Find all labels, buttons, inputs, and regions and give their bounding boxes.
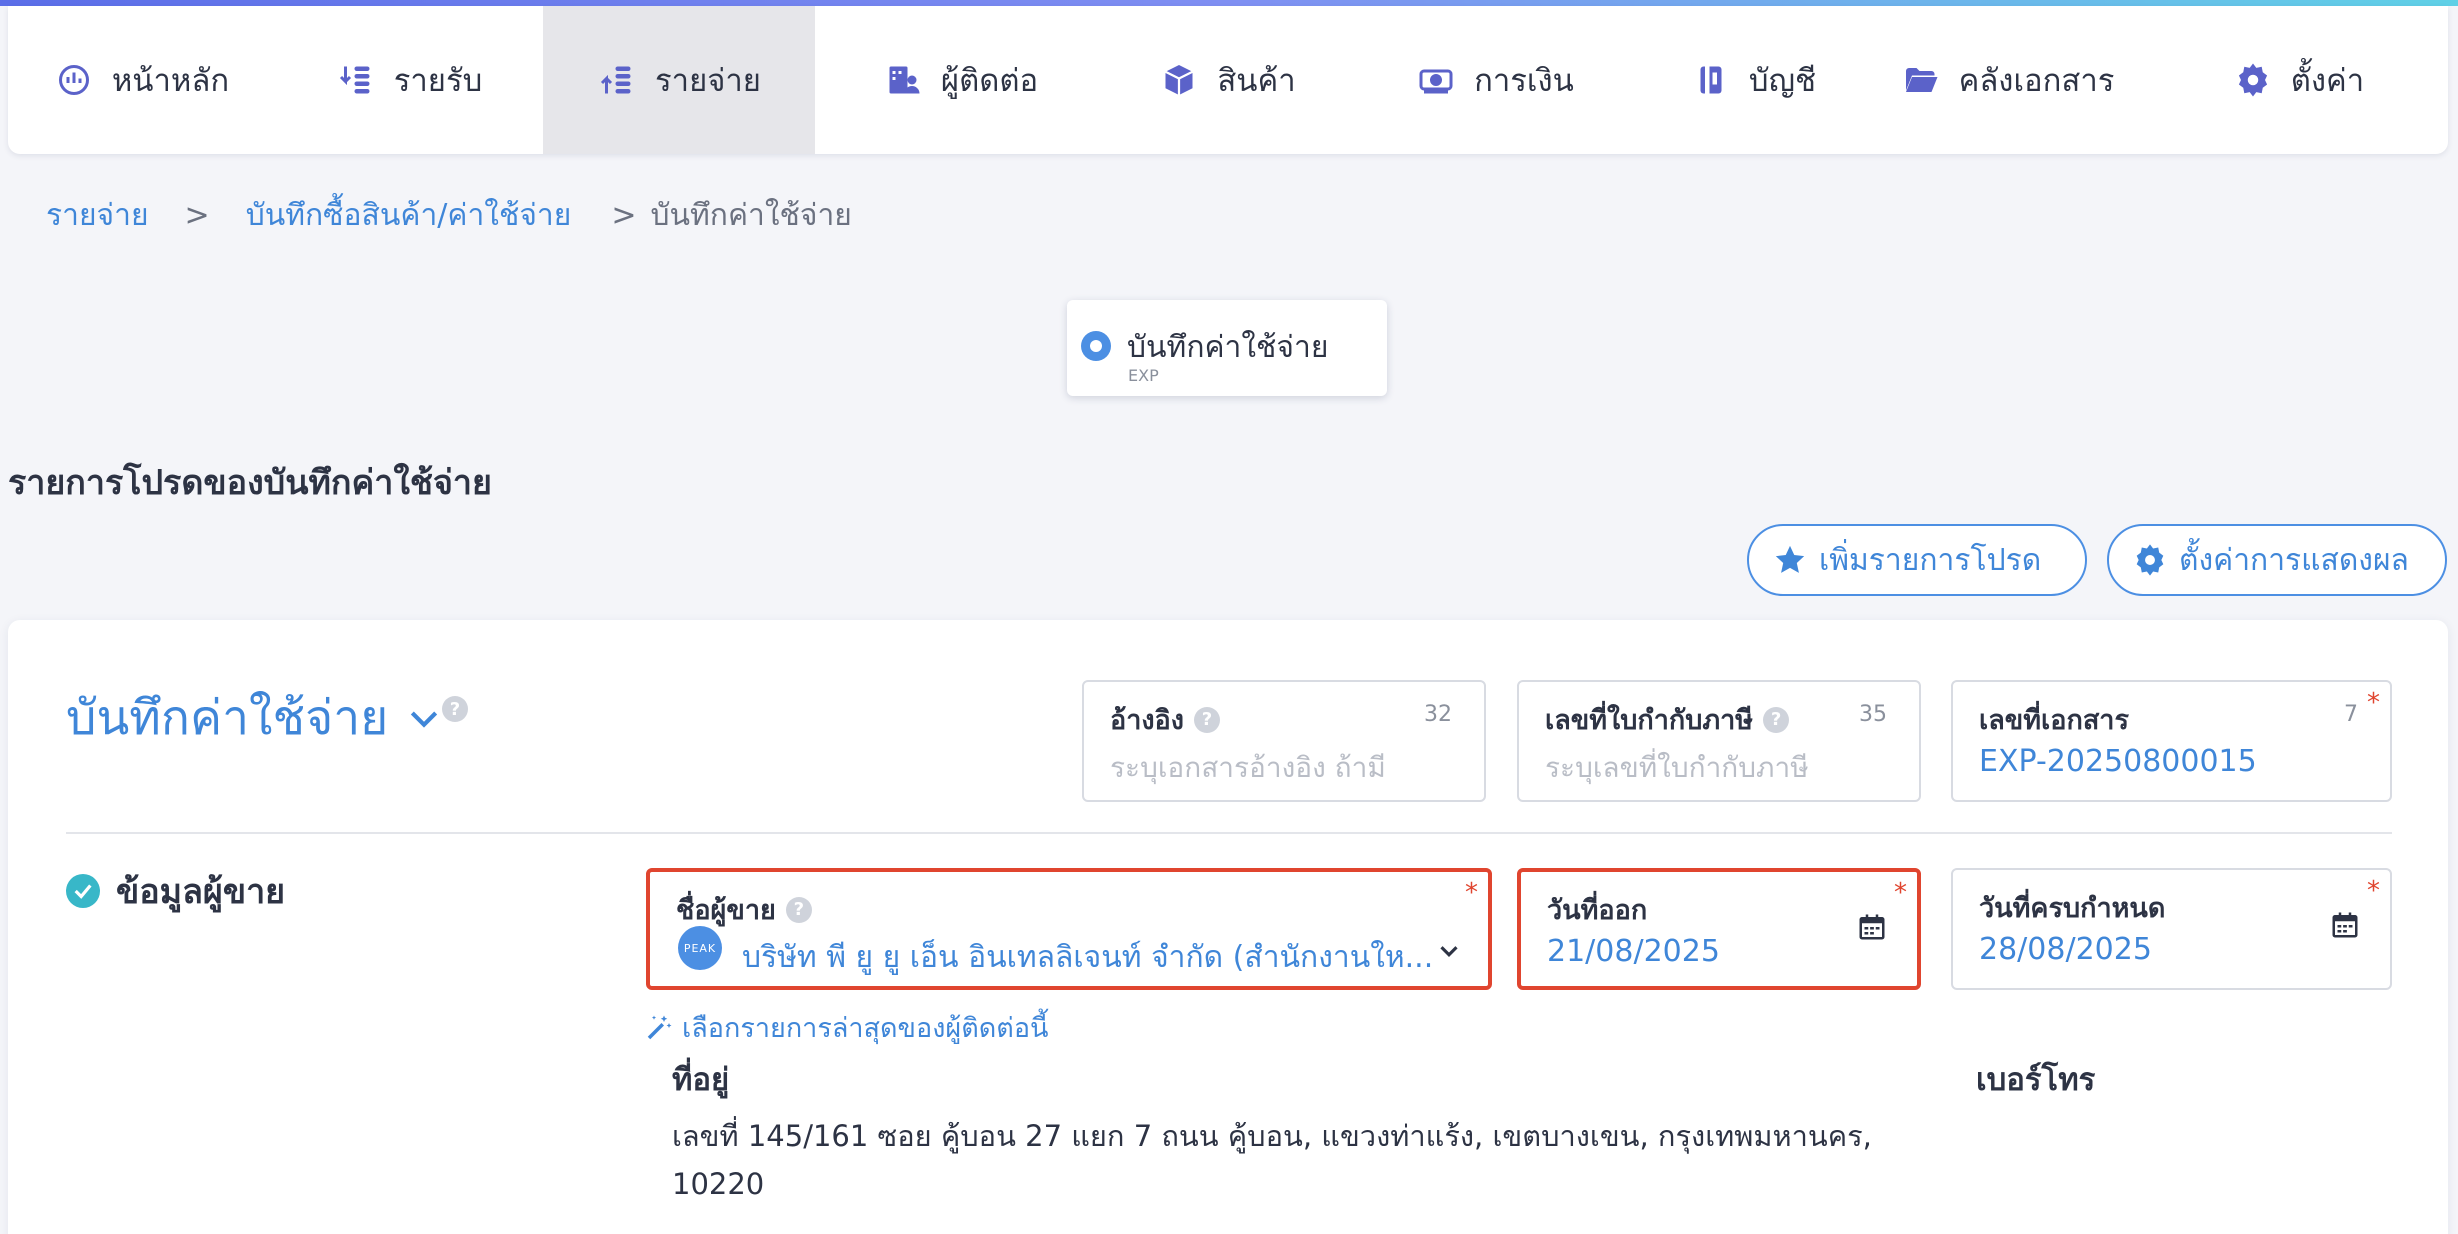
star-icon xyxy=(1775,545,1805,573)
help-icon[interactable]: ? xyxy=(442,696,468,722)
nav-label-documents: คลังเอกสาร xyxy=(1958,63,2115,99)
doc-type-title: บันทึกค่าใช้จ่าย xyxy=(1127,330,1329,365)
vendor-logo: PEAK xyxy=(678,926,722,970)
nav-label-products: สินค้า xyxy=(1217,63,1296,99)
nav-item-products[interactable]: สินค้า xyxy=(1106,6,1349,154)
nav-item-contacts[interactable]: ผู้ติดต่อ xyxy=(815,6,1106,154)
box-icon xyxy=(1159,60,1199,100)
doc-number-label: เลขที่เอกสาร xyxy=(1979,705,2129,736)
required-mark: * xyxy=(2367,876,2380,906)
nav-item-expense[interactable]: รายจ่าย xyxy=(543,6,815,154)
required-mark: * xyxy=(2367,688,2380,718)
expense-form: บันทึกค่าใช้จ่าย ? อ้างอิง ? 32 ระบุเอกส… xyxy=(8,620,2448,1234)
nav-label-accounting: บัญชี xyxy=(1748,63,1817,99)
issue-date-field[interactable]: วันที่ออก * 21/08/2025 xyxy=(1517,868,1921,990)
tax-invoice-field[interactable]: เลขที่ใบกำกับภาษี ? 35 ระบุเลขที่ใบกำกับ… xyxy=(1517,680,1921,802)
due-date-field[interactable]: วันที่ครบกำหนด * 28/08/2025 xyxy=(1951,868,2392,990)
required-mark: * xyxy=(1465,878,1478,908)
reference-label: อ้างอิง xyxy=(1110,705,1184,736)
tax-invoice-input[interactable]: ระบุเลขที่ใบกำกับภาษี xyxy=(1545,746,1809,790)
vendor-value[interactable]: บริษัท พี ยู ยู เอ็น อินเทลลิเจนท์ จำกัด… xyxy=(742,934,1433,981)
required-mark: * xyxy=(1894,878,1907,908)
nav-label-finance: การเงิน xyxy=(1474,63,1574,99)
breadcrumb: รายจ่าย > บันทึกซื้อสินค้า/ค่าใช้จ่าย > … xyxy=(46,192,852,239)
due-date-label: วันที่ครบกำหนด xyxy=(1979,893,2166,924)
doc-number-label-group: เลขที่เอกสาร xyxy=(1979,698,2129,741)
gear-icon xyxy=(2233,60,2273,100)
nav-label-income: รายรับ xyxy=(393,63,483,99)
doc-number-input[interactable]: EXP-20250800015 xyxy=(1979,744,2257,779)
phone-label: เบอร์โทร xyxy=(1976,1062,2096,1098)
calendar-icon[interactable] xyxy=(1857,912,1887,942)
issue-date-label-group: วันที่ออก xyxy=(1547,888,1647,931)
breadcrumb-separator: > xyxy=(611,198,637,233)
help-icon[interactable]: ? xyxy=(1763,706,1790,733)
vendor-label: ชื่อผู้ขาย xyxy=(676,895,776,926)
calendar-icon[interactable] xyxy=(2330,910,2360,940)
nav-item-finance[interactable]: การเงิน xyxy=(1349,6,1641,154)
accounting-icon xyxy=(1691,60,1731,100)
form-title: บันทึกค่าใช้จ่าย xyxy=(66,690,389,746)
chevron-down-icon[interactable] xyxy=(1434,936,1464,966)
nav-label-contacts: ผู้ติดต่อ xyxy=(940,63,1039,99)
doc-type-option[interactable]: บันทึกค่าใช้จ่าย EXP xyxy=(1067,300,1387,396)
reference-char-count: 32 xyxy=(1424,702,1452,727)
nav-label-expense: รายจ่าย xyxy=(655,63,761,99)
add-favorite-label: เพิ่มรายการโปรด xyxy=(1819,543,2042,577)
display-settings-button[interactable]: ตั้งค่าการแสดงผล xyxy=(2107,524,2447,596)
income-icon xyxy=(336,60,376,100)
due-date-label-group: วันที่ครบกำหนด xyxy=(1979,886,2165,929)
nav-item-home[interactable]: หน้าหลัก xyxy=(8,6,275,154)
breadcrumb-separator: > xyxy=(184,198,210,233)
add-favorite-button[interactable]: เพิ่มรายการโปรด xyxy=(1747,524,2087,596)
help-icon[interactable]: ? xyxy=(1193,706,1220,733)
doc-number-field[interactable]: เลขที่เอกสาร 7 * EXP-20250800015 xyxy=(1951,680,2392,802)
tax-invoice-label: เลขที่ใบกำกับภาษี xyxy=(1545,705,1754,736)
breadcrumb-current: บันทึกค่าใช้จ่าย xyxy=(650,198,852,233)
radio-selected-icon[interactable] xyxy=(1081,331,1111,361)
nav-label-home: หน้าหลัก xyxy=(111,63,230,99)
check-circle-icon xyxy=(66,874,100,908)
vendor-select[interactable]: ชื่อผู้ขาย ? * PEAK บริษัท พี ยู ยู เอ็น… xyxy=(646,868,1492,990)
select-latest-link[interactable]: เลือกรายการล่าสุดของผู้ติดต่อนี้ xyxy=(644,1006,1049,1049)
money-icon xyxy=(1416,60,1456,100)
nav-item-documents[interactable]: คลังเอกสาร xyxy=(1866,6,2149,154)
main-nav: หน้าหลัก รายรับ รายจ่าย ผู้ติดต่อ สินค้า… xyxy=(8,6,2448,154)
issue-date-input[interactable]: 21/08/2025 xyxy=(1547,934,1720,969)
vendor-address: เลขที่ 145/161 ซอย คู้บอน 27 แยก 7 ถนน ค… xyxy=(672,1119,1872,1201)
nav-label-settings: ตั้งค่า xyxy=(2290,63,2365,99)
help-icon[interactable]: ? xyxy=(785,896,812,923)
favorites-heading: รายการโปรดของบันทึกค่าใช้จ่าย xyxy=(8,463,492,503)
nav-item-accounting[interactable]: บัญชี xyxy=(1641,6,1866,154)
chevron-down-icon xyxy=(411,711,438,728)
magic-wand-icon xyxy=(647,1015,672,1039)
doc-number-char-count: 7 xyxy=(2344,702,2358,727)
vendor-section-label: ข้อมูลผู้ขาย xyxy=(116,872,286,912)
divider xyxy=(66,832,2392,834)
address-label: ที่อยู่ xyxy=(672,1062,730,1098)
tax-invoice-char-count: 35 xyxy=(1859,702,1887,727)
breadcrumb-link-expense[interactable]: รายจ่าย xyxy=(46,192,149,239)
select-latest-label: เลือกรายการล่าสุดของผู้ติดต่อนี้ xyxy=(682,1013,1049,1044)
contacts-icon xyxy=(883,60,923,100)
nav-item-settings[interactable]: ตั้งค่า xyxy=(2149,6,2448,154)
reference-input[interactable]: ระบุเอกสารอ้างอิง ถ้ามี xyxy=(1110,746,1386,790)
doc-type-code: EXP xyxy=(1128,366,1159,385)
nav-item-income[interactable]: รายรับ xyxy=(275,6,543,154)
form-title-dropdown[interactable]: บันทึกค่าใช้จ่าย xyxy=(66,680,444,756)
reference-field[interactable]: อ้างอิง ? 32 ระบุเอกสารอ้างอิง ถ้ามี xyxy=(1082,680,1486,802)
due-date-input[interactable]: 28/08/2025 xyxy=(1979,932,2152,967)
dashboard-icon xyxy=(54,60,94,100)
expense-icon xyxy=(597,60,637,100)
gear-icon xyxy=(2136,544,2164,576)
vendor-label-group: ชื่อผู้ขาย ? xyxy=(676,888,812,931)
reference-label-group: อ้างอิง ? xyxy=(1110,698,1220,741)
breadcrumb-link-purchase[interactable]: บันทึกซื้อสินค้า/ค่าใช้จ่าย xyxy=(246,192,572,239)
vendor-section-title: ข้อมูลผู้ขาย xyxy=(66,864,285,918)
display-settings-label: ตั้งค่าการแสดงผล xyxy=(2179,543,2409,577)
folder-icon xyxy=(1901,60,1941,100)
issue-date-label: วันที่ออก xyxy=(1547,895,1648,926)
tax-invoice-label-group: เลขที่ใบกำกับภาษี ? xyxy=(1545,698,1790,741)
